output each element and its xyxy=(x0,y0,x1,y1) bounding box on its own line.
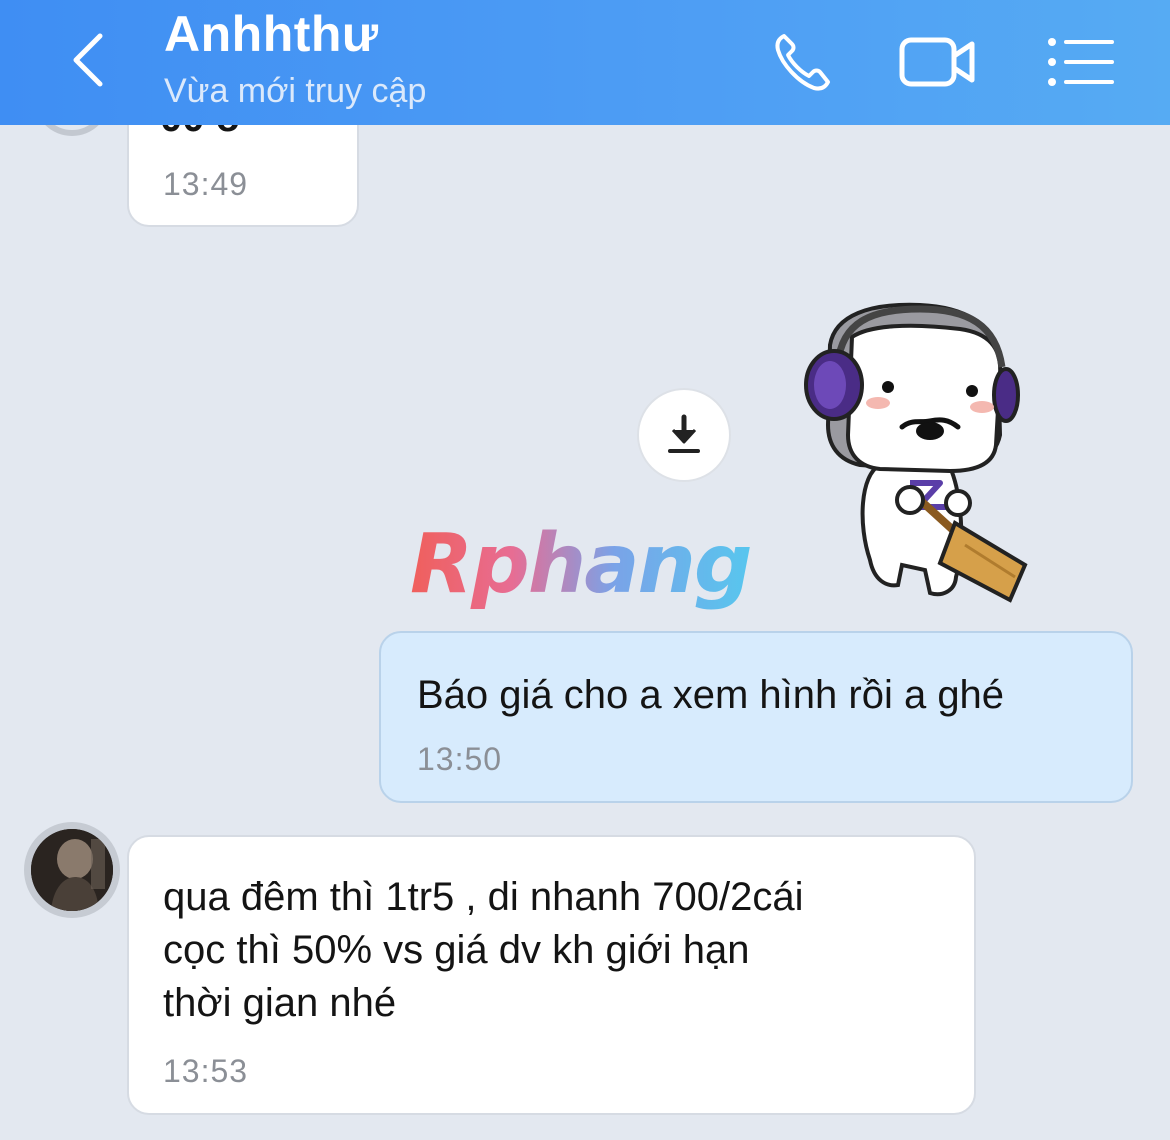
download-button[interactable] xyxy=(637,388,731,482)
download-icon xyxy=(668,414,700,453)
message-time: 13:49 xyxy=(163,166,249,202)
message-line: cọc thì 50% vs giá dv kh giới hạn xyxy=(163,928,750,972)
chat-header: Anhhthư Vừa mới truy cập xyxy=(0,0,1170,125)
chevron-left-icon xyxy=(73,33,103,87)
back-button[interactable] xyxy=(50,22,126,98)
menu-button[interactable] xyxy=(1040,22,1120,102)
video-camera-icon xyxy=(899,37,975,87)
contact-status: Vừa mới truy cập xyxy=(164,72,427,110)
message-line: qua đêm thì 1tr5 , di nhanh 700/2cái xyxy=(163,875,804,919)
message-time: 13:53 xyxy=(163,1053,249,1089)
headphone-mascot-sticker[interactable] xyxy=(790,295,1040,615)
avatar-photo xyxy=(31,829,113,911)
message-text: qua đêm thì 1tr5 , di nhanh 700/2cái cọc… xyxy=(163,871,803,1030)
message-line: thời gian nhé xyxy=(163,981,397,1025)
phone-icon xyxy=(775,34,830,91)
message-bubble-outgoing[interactable]: Báo giá cho a xem hình rồi a ghé 13:50 xyxy=(379,631,1133,803)
message-bubble-incoming[interactable]: qua đêm thì 1tr5 , di nhanh 700/2cái cọc… xyxy=(127,835,976,1115)
list-menu-icon xyxy=(1048,38,1114,86)
watermark: Rphang xyxy=(410,515,753,615)
call-button[interactable] xyxy=(762,22,842,102)
video-call-button[interactable] xyxy=(898,22,978,102)
message-time: 13:50 xyxy=(417,741,503,777)
contact-name[interactable]: Anhhthư xyxy=(164,4,379,64)
message-text: Báo giá cho a xem hình rồi a ghé xyxy=(417,673,1005,717)
avatar[interactable] xyxy=(24,822,120,918)
